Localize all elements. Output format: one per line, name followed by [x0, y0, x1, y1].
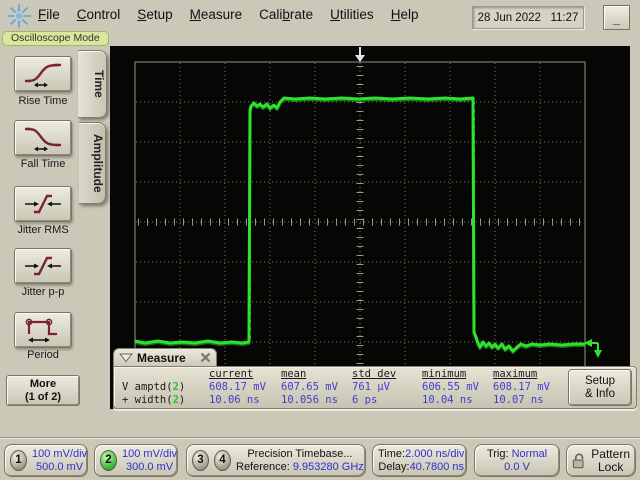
jitter-pp-button[interactable]	[14, 248, 72, 284]
menu-utilities[interactable]: Utilities	[330, 7, 374, 22]
pattern-lock-button[interactable]: Pattern Lock	[566, 444, 636, 477]
pwidth-minimum: 10.04 ns	[422, 394, 473, 406]
close-icon[interactable]	[200, 352, 211, 363]
rise-time-icon	[25, 63, 61, 87]
channel4-badge: 4	[214, 450, 231, 471]
vamptd-maximum: 608.17 mV	[493, 381, 550, 393]
col-minimum: minimum	[422, 368, 467, 380]
vamptd-stddev: 761 µV	[352, 381, 390, 393]
menubar: File Control Setup Measure Calibrate Uti…	[0, 0, 640, 32]
jitter-rms-icon	[25, 194, 61, 214]
agilent-logo-icon	[5, 2, 33, 30]
jitter-rms-button[interactable]	[14, 186, 72, 222]
period-button[interactable]	[14, 312, 72, 348]
rise-time-button[interactable]	[14, 56, 72, 92]
col-std-dev: std dev	[352, 368, 397, 380]
pwidth-mean: 10.056 ns	[281, 394, 338, 406]
tab-amplitude[interactable]: Amplitude	[79, 122, 106, 204]
tab-time[interactable]: Time	[78, 50, 107, 118]
dropdown-triangle-icon[interactable]	[119, 352, 133, 363]
menu-control[interactable]: Control	[77, 7, 121, 22]
menu-items: File Control Setup Measure Calibrate Uti…	[38, 7, 418, 22]
datetime-display: 28 Jun 2022 11:27	[472, 6, 584, 29]
menu-measure[interactable]: Measure	[190, 7, 243, 22]
vamptd-current: 608.17 mV	[209, 381, 266, 393]
pwidth-current: 10.06 ns	[209, 394, 260, 406]
measure-table: current mean std dev minimum maximum V a…	[122, 368, 573, 407]
menu-setup[interactable]: Setup	[137, 7, 172, 22]
timebase-button[interactable]: 3 4 Precision Timebase... Reference: 9.9…	[186, 444, 366, 477]
vamptd-minimum: 606.55 mV	[422, 381, 479, 393]
waveform-trace	[134, 96, 585, 353]
fall-time-label: Fall Time	[20, 158, 66, 170]
row-pwidth-label: + width(2)	[122, 394, 186, 406]
channel2-badge: 2	[100, 450, 117, 471]
row-vamptd-label: V amptd(2)	[122, 381, 186, 393]
channel1-button[interactable]: 1 100 mV/div 500.0 mV	[4, 444, 88, 477]
statusbar: 1 100 mV/div 500.0 mV 2 100 mV/div 300.0…	[0, 437, 640, 480]
col-maximum: maximum	[493, 368, 538, 380]
rise-time-label: Rise Time	[18, 95, 68, 107]
channel2-ground-marker-icon[interactable]	[584, 339, 602, 358]
more-button[interactable]: More (1 of 2)	[6, 375, 80, 406]
menu-calibrate[interactable]: Calibrate	[259, 7, 313, 22]
period-icon	[25, 318, 57, 343]
measure-panel-tab[interactable]: Measure	[113, 348, 217, 366]
minimize-button[interactable]: _	[603, 5, 630, 30]
jitter-rms-label: Jitter RMS	[17, 224, 69, 236]
col-mean: mean	[281, 368, 307, 380]
jitter-pp-icon	[25, 256, 61, 276]
col-current: current	[209, 368, 254, 380]
lock-open-icon	[572, 453, 584, 468]
setup-info-button[interactable]: Setup & Info	[568, 369, 632, 406]
pwidth-maximum: 10.07 ns	[493, 394, 544, 406]
measure-panel: current mean std dev minimum maximum V a…	[113, 366, 637, 409]
measure-panel-title: Measure	[137, 350, 186, 365]
jitter-pp-label: Jitter p-p	[21, 286, 65, 298]
oscilloscope-app: File Control Setup Measure Calibrate Uti…	[0, 0, 640, 480]
period-label: Period	[27, 349, 59, 361]
mode-label: Oscilloscope Mode	[2, 31, 109, 46]
fall-time-icon	[25, 127, 61, 151]
menu-file[interactable]: File	[38, 7, 60, 22]
trigger-position-icon[interactable]	[355, 47, 365, 62]
vamptd-mean: 607.65 mV	[281, 381, 338, 393]
channel3-badge: 3	[192, 450, 209, 471]
channel2-button[interactable]: 2 100 mV/div 300.0 mV	[94, 444, 178, 477]
pwidth-stddev: 6 ps	[352, 394, 378, 406]
fall-time-button[interactable]	[14, 120, 72, 156]
time-delay-button[interactable]: Time:2.000 ns/div Delay:40.7800 ns	[372, 444, 467, 477]
menu-help[interactable]: Help	[391, 7, 419, 22]
channel1-badge: 1	[10, 450, 27, 471]
trigger-button[interactable]: Trig: Normal 0.0 V	[474, 444, 560, 477]
